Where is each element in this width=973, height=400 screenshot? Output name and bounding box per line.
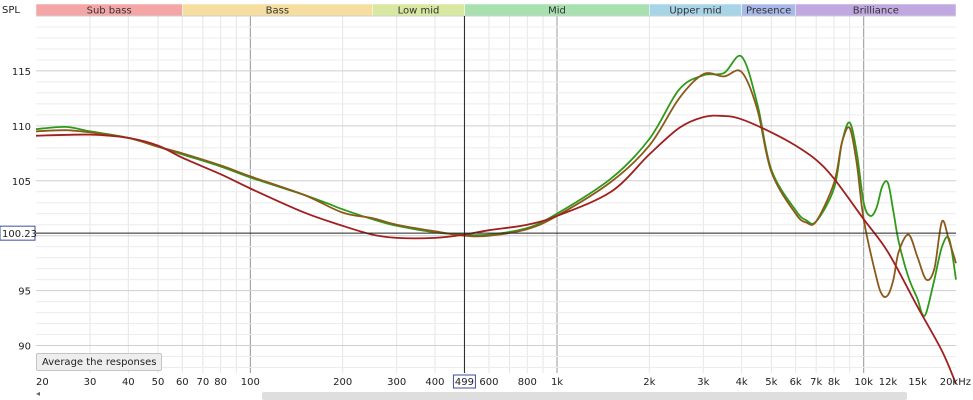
band-label: Presence	[746, 6, 791, 17]
x-tick-label: 200	[333, 377, 352, 388]
frequency-response-chart: Sub bass Bass Low mid Mid Upper mid Presence B…	[0, 3, 971, 389]
x-tick-label: 80	[214, 377, 227, 388]
band-label: Upper mid	[669, 6, 721, 17]
crosshair-cursor: 100.23 499	[0, 16, 956, 389]
grid	[36, 15, 956, 373]
x-tick-label: 300	[387, 377, 406, 388]
x-tick-label: 2k	[643, 377, 655, 388]
x-tick-label: 3k	[697, 377, 709, 388]
response-curve-1	[35, 54, 957, 318]
y-tick-label: 110	[12, 122, 31, 133]
y-tick-label: 90	[18, 342, 31, 353]
x-tick-label: 40	[122, 377, 135, 388]
x-tick-label: 5k	[765, 377, 777, 388]
x-tick-label: 8k	[828, 377, 840, 388]
cursor-x-readout: 499	[455, 377, 474, 388]
x-tick-label: 400	[425, 377, 444, 388]
band-label: Bass	[266, 6, 289, 17]
x-tick-label: 7k	[810, 377, 822, 388]
band-label: Mid	[548, 6, 566, 17]
frequency-bands: Sub bass Bass Low mid Mid Upper mid Presence B…	[35, 3, 957, 17]
x-tick-label: 10k	[854, 377, 873, 388]
x-tick-label: 6k	[790, 377, 802, 388]
y-axis-title: SPL	[2, 5, 20, 16]
cursor-y-readout: 100.23	[2, 229, 37, 240]
y-tick-label: 105	[12, 177, 31, 188]
scroll-left-icon[interactable]: ◂	[36, 390, 40, 398]
x-tick-label: 60	[176, 377, 189, 388]
response-curve-3	[35, 114, 957, 385]
x-tick-label: 20	[36, 377, 49, 388]
axes: SPL 90 95 105 110 115 20 30 40 50 60 70 80 100 200 300 4…	[2, 5, 971, 388]
average-responses-button[interactable]: Average the responses	[36, 353, 163, 371]
y-tick-label: 95	[18, 287, 31, 298]
x-tick-label: 20kHz	[940, 377, 971, 388]
x-tick-label: 30	[84, 377, 97, 388]
x-tick-label: 600	[479, 377, 498, 388]
x-tick-label: 50	[152, 377, 165, 388]
x-tick-label: 800	[518, 377, 537, 388]
band-label: Sub bass	[87, 6, 132, 17]
x-tick-label: 15k	[908, 377, 927, 388]
x-tick-label: 1k	[551, 377, 563, 388]
x-tick-label: 12k	[879, 377, 898, 388]
horizontal-scrollbar[interactable]	[262, 392, 907, 400]
y-tick-label: 115	[12, 67, 31, 78]
band-label: Brilliance	[853, 6, 899, 17]
x-tick-label: 4k	[736, 377, 748, 388]
x-tick-label: 70	[196, 377, 209, 388]
x-tick-label: 100	[241, 377, 260, 388]
band-label: Low mid	[398, 6, 440, 17]
